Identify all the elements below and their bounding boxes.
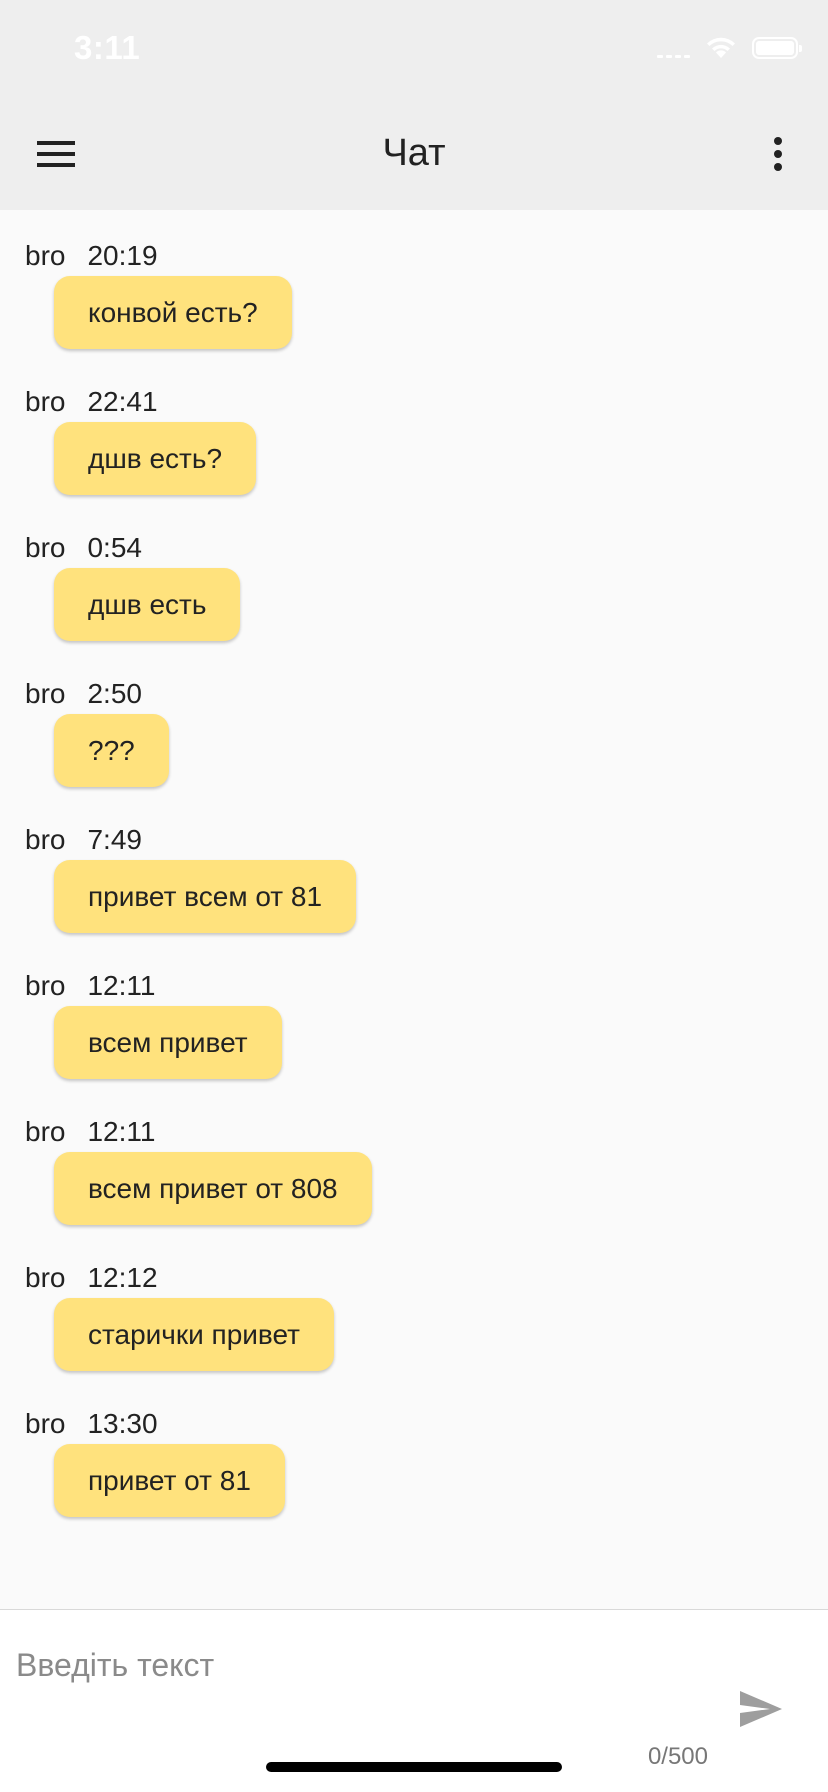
message-meta: bro 12:11 [25,970,155,1002]
message-author: bro [25,824,66,855]
message-time: 12:11 [87,1116,156,1147]
message-author: bro [25,386,66,417]
cellular-signal-icon [657,38,690,58]
message-bubble[interactable]: всем привет [54,1006,282,1079]
message-item: bro 12:12 старички привет [0,1232,828,1378]
message-time: 13:30 [87,1408,158,1439]
message-time: 7:49 [87,824,142,855]
message-author: bro [25,240,66,271]
message-author: bro [25,1408,66,1439]
message-time: 2:50 [87,678,142,709]
message-meta: bro 20:19 [25,240,158,272]
hamburger-menu-icon [37,141,75,167]
wifi-icon [707,37,735,58]
message-item: bro 22:41 дшв есть? [0,356,828,502]
message-list[interactable]: bro 20:19 конвой есть? bro 22:41 дшв есть?… [0,210,828,1610]
app-bar: Чат [0,96,828,210]
more-options-button[interactable] [750,126,806,182]
message-item: bro 7:49 привет всем от 81 [0,794,828,940]
message-time: 12:12 [87,1262,158,1293]
message-bubble[interactable]: дшв есть? [54,422,257,495]
message-author: bro [25,678,66,709]
message-item: bro 2:50 ??? [0,648,828,794]
message-time: 0:54 [87,532,142,563]
message-item: bro 12:11 всем привет [0,940,828,1086]
home-indicator[interactable] [266,1762,562,1772]
menu-button[interactable] [24,126,88,182]
message-author: bro [25,1116,66,1147]
message-meta: bro 22:41 [25,386,158,418]
message-meta: bro 13:30 [25,1408,158,1440]
message-meta: bro 12:12 [25,1262,158,1294]
message-input[interactable] [16,1640,696,1690]
status-icons [657,36,802,60]
character-counter: 0/500 [647,1743,708,1770]
message-bubble[interactable]: дшв есть [54,568,241,641]
send-icon [740,1691,782,1727]
message-time: 20:19 [87,240,158,271]
message-author: bro [25,970,66,1001]
message-bubble[interactable]: всем привет от 808 [54,1152,372,1225]
message-meta: bro 7:49 [25,824,142,856]
message-bubble[interactable]: конвой есть? [54,276,292,349]
message-item: bro 0:54 дшв есть [0,502,828,648]
message-item: bro 20:19 конвой есть? [0,210,828,356]
page-title: Чат [382,132,446,174]
status-time: 3:11 [74,29,141,66]
message-item: bro 13:30 привет от 81 [0,1378,828,1524]
message-meta: bro 0:54 [25,532,142,564]
status-bar: 3:11 [0,0,828,96]
message-time: 22:41 [87,386,158,417]
message-author: bro [25,1262,66,1293]
message-bubble[interactable]: привет всем от 81 [54,860,357,933]
message-item: bro 12:11 всем привет от 808 [0,1086,828,1232]
message-author: bro [25,532,66,563]
message-bubble[interactable]: привет от 81 [54,1444,285,1517]
message-time: 12:11 [87,970,156,1001]
more-vertical-icon [774,137,782,171]
message-meta: bro 12:11 [25,1116,155,1148]
message-bubble[interactable]: старички привет [54,1298,334,1371]
message-meta: bro 2:50 [25,678,142,710]
battery-icon [752,37,802,59]
message-bubble[interactable]: ??? [54,714,169,787]
send-button[interactable] [734,1682,788,1736]
